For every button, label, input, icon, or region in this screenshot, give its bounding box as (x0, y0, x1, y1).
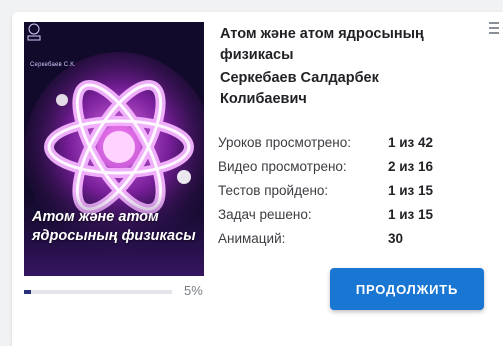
course-author: Серкебаев Салдарбек Колибаевич (220, 70, 379, 107)
course-title[interactable]: Атом және атом ядросының физикасы (220, 24, 460, 66)
more-vertical-icon[interactable] (489, 22, 499, 38)
stat-value: 30 (388, 231, 404, 246)
continue-button[interactable]: ПРОДОЛЖИТЬ (330, 268, 484, 310)
cover-author-text: Серкебаев С.К. (30, 62, 76, 68)
stat-row-tasks: Задач решено: 1 из 15 (218, 204, 468, 228)
university-emblem-icon (27, 23, 41, 41)
progress-fill (24, 290, 32, 294)
stat-value: 1 из 15 (388, 207, 434, 222)
stat-label: Видео просмотрено: (218, 159, 347, 174)
stat-label: Анимаций: (218, 231, 286, 246)
stat-row-videos: Видео просмотрено: 2 из 16 (218, 156, 468, 180)
stat-label: Тестов пройдено: (218, 183, 329, 198)
stat-row-tests: Тестов пройдено: 1 из 15 (218, 180, 468, 204)
progress-label: 5% (184, 283, 203, 298)
cover-title-text: Атом және атом ядросының физикасы (32, 209, 196, 244)
course-stats: Уроков просмотрено: 1 из 42 Видео просмо… (218, 132, 468, 252)
progress-bar (24, 290, 172, 294)
stat-value: 1 из 15 (388, 183, 434, 198)
stat-label: Уроков просмотрено: (218, 135, 351, 150)
stat-row-lessons: Уроков просмотрено: 1 из 42 (218, 132, 468, 156)
course-cover[interactable]: Серкебаев С.К. Атом және атом ядросының … (24, 22, 204, 276)
stat-value: 2 из 16 (388, 159, 434, 174)
stat-row-animations: Анимаций: 30 (218, 228, 468, 252)
stat-value: 1 из 42 (388, 135, 434, 150)
stat-label: Задач решено: (218, 207, 312, 222)
